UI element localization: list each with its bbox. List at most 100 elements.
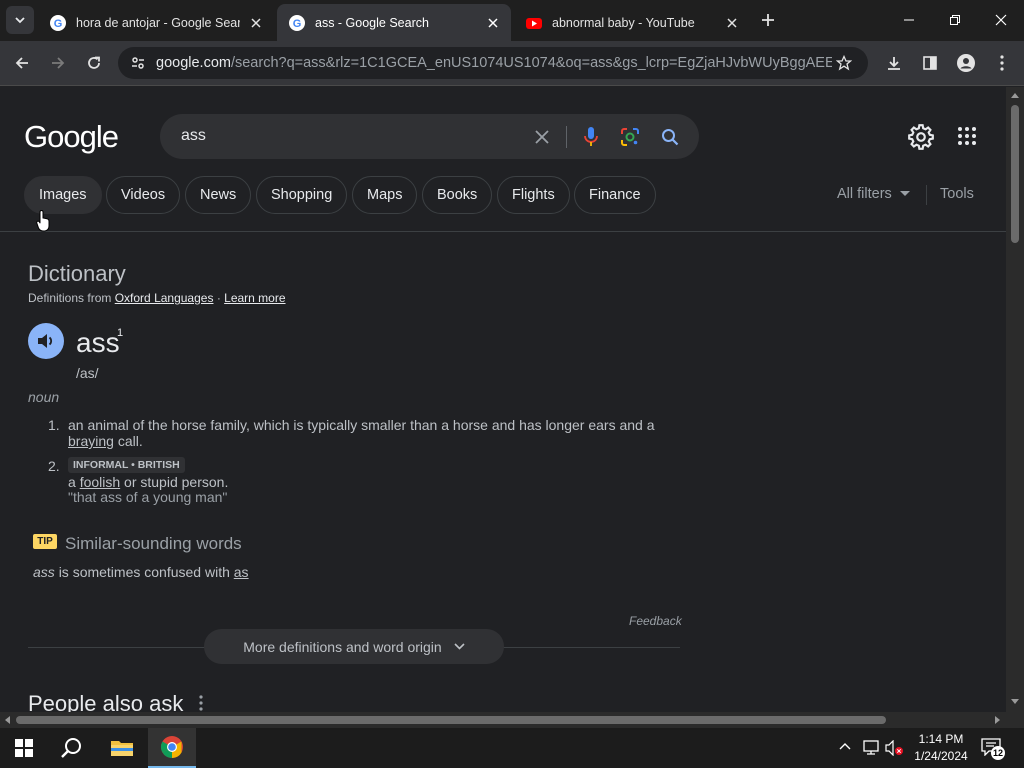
bookmark-star-icon[interactable] [836, 55, 852, 71]
restore-button[interactable] [932, 0, 978, 40]
more-vert-icon[interactable] [196, 693, 206, 712]
search-input[interactable]: ass [181, 127, 206, 145]
gear-icon [908, 124, 934, 150]
close-icon[interactable] [248, 15, 264, 31]
chevron-down-icon [454, 643, 465, 650]
minimize-icon [904, 19, 914, 21]
chip-news[interactable]: News [185, 176, 252, 214]
scroll-up-icon[interactable] [1011, 92, 1019, 98]
taskbar-search-button[interactable] [48, 728, 96, 768]
notification-center-button[interactable]: 12 [981, 738, 1007, 760]
chip-finance[interactable]: Finance [574, 176, 656, 214]
lens-search-button[interactable] [617, 124, 643, 150]
scroll-down-icon[interactable] [1011, 699, 1019, 705]
downloads-button[interactable] [879, 48, 909, 78]
chip-flights[interactable]: Flights [497, 176, 570, 214]
search-submit-button[interactable] [657, 124, 683, 150]
definition-text: or stupid person. [124, 474, 229, 490]
as-link[interactable]: as [234, 564, 249, 580]
tab-ass-search[interactable]: G ass - Google Search [277, 4, 511, 41]
start-button[interactable] [0, 728, 48, 768]
scroll-thumb[interactable] [1011, 105, 1019, 243]
system-clock[interactable]: 1:14 PM 1/24/2024 [912, 731, 970, 765]
chip-shopping[interactable]: Shopping [256, 176, 348, 214]
more-vert-icon [1000, 55, 1004, 71]
network-icon[interactable] [862, 740, 880, 756]
close-icon[interactable] [724, 15, 740, 31]
dictionary-source: Definitions from Oxford Languages · Lear… [28, 291, 286, 305]
chrome-taskbar-button[interactable] [148, 728, 196, 768]
pronounce-button[interactable] [28, 323, 64, 359]
forward-button[interactable] [43, 48, 73, 78]
file-explorer-button[interactable] [98, 728, 146, 768]
volume-muted-icon[interactable] [885, 740, 905, 756]
chip-maps[interactable]: Maps [352, 176, 418, 214]
part-of-speech: noun [28, 389, 60, 405]
horizontal-scrollbar[interactable] [0, 712, 1024, 728]
chevron-up-icon[interactable] [839, 742, 851, 750]
tools-button[interactable]: Tools [940, 186, 974, 202]
chip-images[interactable]: Images [24, 176, 102, 214]
svg-text:G: G [293, 18, 302, 30]
divider [566, 126, 567, 148]
vertical-scrollbar[interactable] [1006, 87, 1024, 712]
minimize-button[interactable] [886, 0, 932, 40]
search-box[interactable]: ass [160, 114, 699, 159]
side-panel-icon [923, 56, 937, 70]
notification-count-badge: 12 [991, 746, 1006, 760]
site-info-icon[interactable] [130, 55, 146, 71]
url-host: google.com [156, 55, 231, 71]
braying-link[interactable]: braying [68, 433, 114, 449]
definition-number: 2. [48, 458, 60, 474]
foolish-link[interactable]: foolish [80, 474, 120, 490]
feedback-link[interactable]: Feedback [629, 614, 682, 628]
settings-button[interactable] [908, 124, 936, 152]
learn-more-link[interactable]: Learn more [224, 291, 285, 305]
tab-title: ass - Google Search [315, 15, 429, 30]
chip-books[interactable]: Books [422, 176, 493, 214]
windows-taskbar: 1:14 PM 1/24/2024 12 [0, 728, 1024, 768]
more-definitions-button[interactable]: More definitions and word origin [204, 629, 504, 664]
search-icon [662, 129, 679, 146]
oxford-languages-link[interactable]: Oxford Languages [115, 291, 214, 305]
similar-mid-text: is sometimes confused with [58, 564, 230, 580]
chrome-icon [161, 736, 183, 758]
scroll-thumb[interactable] [16, 716, 886, 724]
close-icon[interactable] [485, 15, 501, 31]
address-bar[interactable]: google.com/search?q=ass&rlz=1C1GCEA_enUS… [118, 47, 868, 79]
clear-search-button[interactable] [529, 124, 555, 150]
scroll-left-icon[interactable] [4, 716, 10, 724]
menu-button[interactable] [987, 48, 1017, 78]
windows-logo-icon [15, 739, 33, 757]
google-logo[interactable]: Google [24, 119, 119, 155]
reload-button[interactable] [79, 48, 109, 78]
browser-toolbar: google.com/search?q=ass&rlz=1C1GCEA_enUS… [0, 41, 1024, 86]
url-path: /search?q=ass&rlz=1C1GCEA_enUS1074US1074… [230, 55, 832, 71]
tab-hora-de-antojar[interactable]: G hora de antojar - Google Search [38, 4, 274, 41]
scroll-right-icon[interactable] [995, 716, 1001, 724]
apps-button[interactable] [958, 127, 978, 147]
svg-text:G: G [54, 18, 63, 30]
close-icon [535, 130, 549, 144]
separator: · [216, 291, 221, 305]
chevron-down-icon [15, 17, 25, 24]
new-tab-button[interactable] [753, 5, 783, 35]
close-window-button[interactable] [978, 0, 1024, 40]
headword-superscript: 1 [117, 327, 124, 339]
google-icon: G [50, 14, 66, 31]
tab-youtube[interactable]: abnormal baby - YouTube [514, 4, 750, 41]
url-text: google.com/search?q=ass&rlz=1C1GCEA_enUS… [156, 55, 832, 71]
tab-search-button[interactable] [6, 6, 34, 34]
all-filters-button[interactable]: All filters [837, 186, 910, 202]
side-panel-button[interactable] [915, 48, 945, 78]
tab-title: abnormal baby - YouTube [552, 15, 695, 30]
download-icon [888, 57, 900, 70]
voice-search-button[interactable] [578, 124, 604, 150]
profile-button[interactable] [951, 48, 981, 78]
back-button[interactable] [7, 48, 37, 78]
arrow-left-icon [15, 57, 28, 69]
definition-text: call. [117, 433, 143, 449]
chip-videos[interactable]: Videos [106, 176, 181, 214]
microphone-icon [584, 127, 598, 146]
clock-time: 1:14 PM [918, 732, 964, 746]
